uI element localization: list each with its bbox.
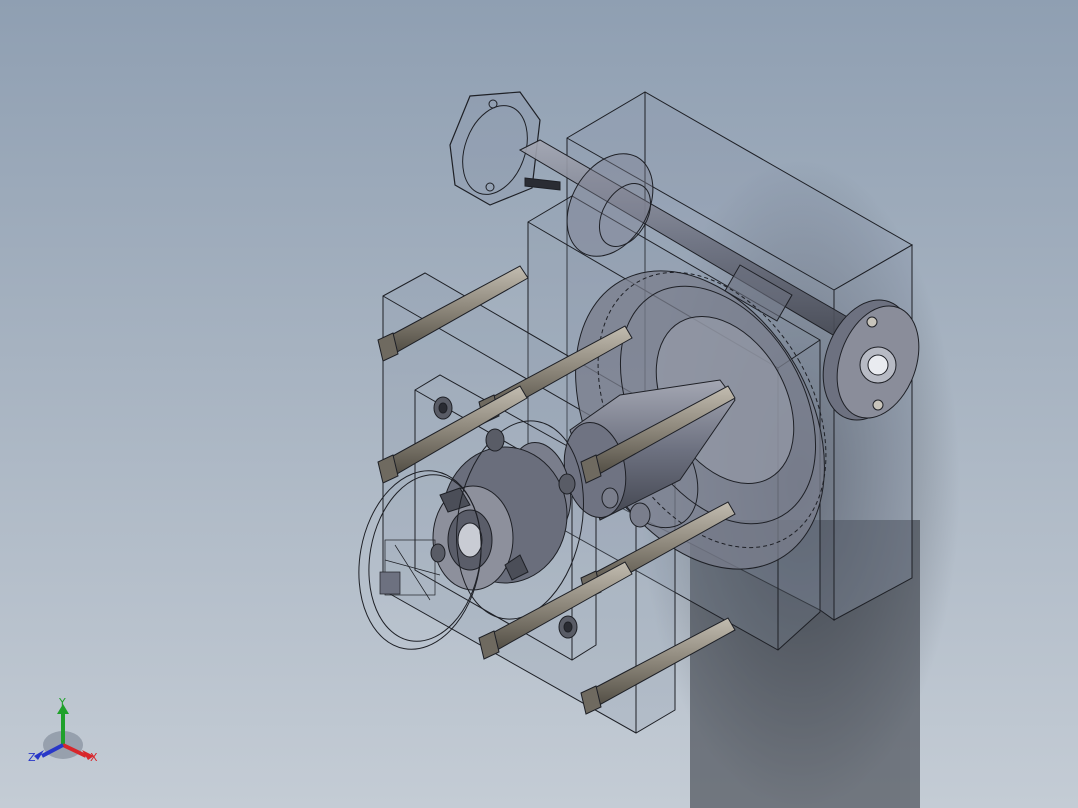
x-axis-label: X — [90, 751, 98, 764]
reference-triad[interactable] — [34, 704, 94, 760]
y-axis-label: Y — [59, 696, 66, 709]
z-axis-label: Z — [28, 751, 36, 764]
cad-viewport[interactable]: Y X Z — [0, 0, 1078, 808]
assembly-view[interactable] — [0, 0, 1078, 808]
